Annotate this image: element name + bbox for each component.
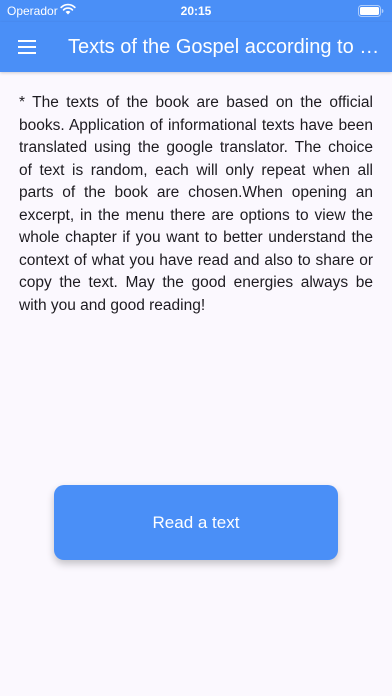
app-bar: Texts of the Gospel according to Saint J… xyxy=(0,22,392,72)
status-bar: Operador 20:15 xyxy=(0,0,392,22)
read-text-button[interactable]: Read a text xyxy=(54,485,338,560)
menu-button[interactable] xyxy=(10,30,44,64)
status-time: 20:15 xyxy=(180,4,212,18)
description-text: * The texts of the book are based on the… xyxy=(19,94,373,314)
app-title: Texts of the Gospel according to Saint J… xyxy=(68,36,380,58)
battery-icon xyxy=(358,5,384,17)
hamburger-menu-icon xyxy=(18,40,36,54)
